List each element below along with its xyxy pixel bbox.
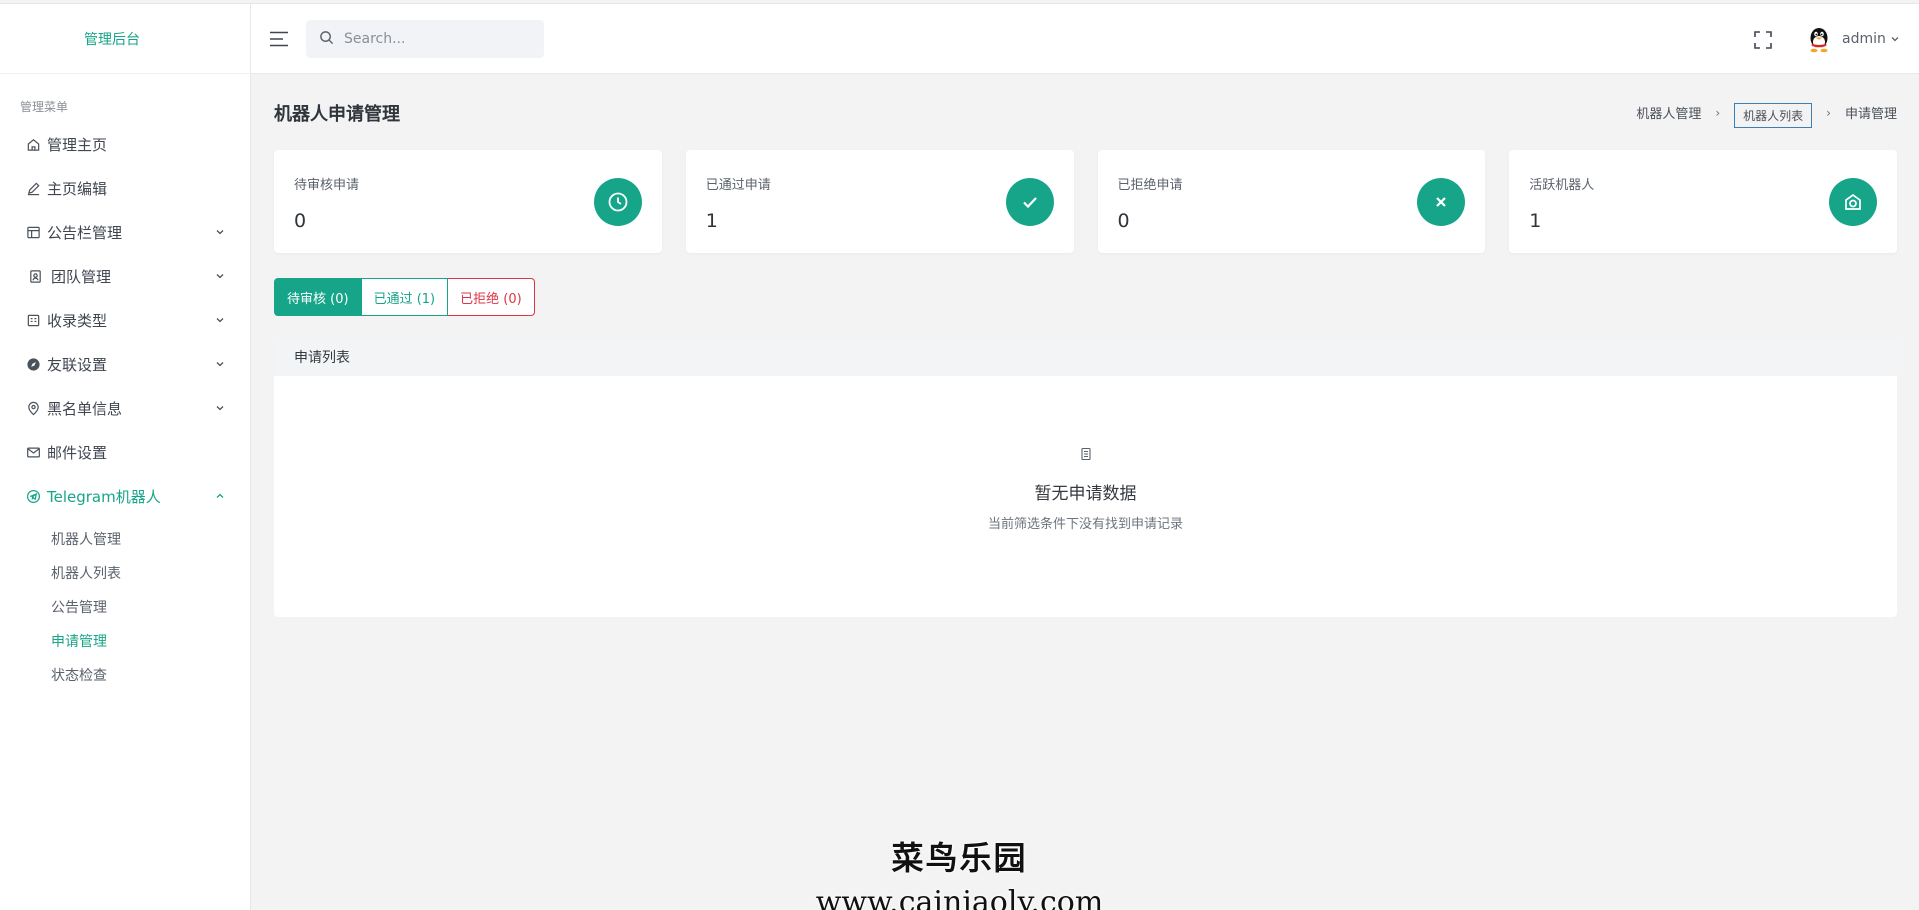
sidebar-item-label: 团队管理: [51, 267, 112, 286]
watermark-line2: www.cainiaoly.com: [815, 885, 1104, 910]
sidebar-item-category[interactable]: 收录类型: [0, 298, 250, 342]
empty-title: 暂无申请数据: [1034, 484, 1137, 504]
application-list-panel: 申请列表 暂无申请数据 当前筛选条件下没有找到申请记录: [274, 338, 1897, 617]
category-icon: [25, 312, 41, 328]
tab-pending[interactable]: 待审核 (0): [274, 278, 362, 316]
chevron-down-icon: [1890, 34, 1900, 44]
chevron-down-icon: [214, 402, 226, 414]
stat-value: 0: [1117, 210, 1130, 232]
close-icon: [1417, 178, 1466, 226]
breadcrumb: 机器人管理 › 机器人列表 › 申请管理: [1636, 100, 1897, 128]
sidebar-item-team[interactable]: 团队管理: [0, 254, 250, 298]
panel-title: 申请列表: [274, 338, 1897, 376]
stat-value: 1: [1529, 210, 1542, 232]
submenu-item-bot-list[interactable]: 机器人列表: [0, 556, 250, 590]
stat-label: 待审核申请: [294, 178, 360, 193]
telegram-submenu: 机器人管理 机器人列表 公告管理 申请管理 状态检查: [0, 518, 250, 692]
stat-value: 1: [705, 210, 718, 232]
sidebar-item-friend-links[interactable]: 友联设置: [0, 342, 250, 386]
tab-rejected[interactable]: 已拒绝 (0): [448, 278, 535, 316]
sidebar-item-label: 公告栏管理: [47, 223, 123, 242]
stat-label: 已通过申请: [705, 178, 771, 193]
stats-row: 待审核申请 0 已通过申请 1 已拒绝申请 0 活跃机器人 1: [274, 150, 1897, 253]
compass-icon: [25, 356, 41, 372]
user-menu[interactable]: admin: [1804, 23, 1900, 55]
sidebar-item-mail[interactable]: 邮件设置: [0, 430, 250, 474]
chevron-down-icon: [214, 226, 226, 238]
sidebar-item-label: 友联设置: [47, 355, 108, 374]
sidebar-item-label: 收录类型: [47, 311, 108, 330]
telegram-icon: [25, 488, 41, 504]
avatar: [1804, 24, 1834, 54]
stat-card-rejected: 已拒绝申请 0: [1097, 150, 1486, 253]
search-input[interactable]: [344, 31, 534, 47]
breadcrumb-item-current: 申请管理: [1844, 107, 1897, 122]
camera-icon: [1829, 178, 1877, 226]
stat-label: 活跃机器人: [1529, 178, 1595, 193]
submenu-item-status-check[interactable]: 状态检查: [0, 658, 250, 692]
status-tabs: 待审核 (0) 已通过 (1) 已拒绝 (0): [274, 278, 535, 316]
page-title: 机器人申请管理: [274, 104, 400, 125]
sidebar-item-label: 主页编辑: [47, 179, 108, 198]
board-icon: [25, 224, 41, 240]
chevron-right-icon: ›: [1715, 105, 1721, 120]
breadcrumb-item-bot-list[interactable]: 机器人列表: [1734, 103, 1813, 128]
sidebar-item-telegram[interactable]: Telegram机器人: [0, 474, 250, 518]
sidebar-item-label: 黑名单信息: [47, 399, 123, 418]
watermark-line1: 菜鸟乐园: [891, 839, 1028, 877]
sidebar-item-label: 邮件设置: [47, 443, 108, 462]
search-icon: [319, 30, 334, 49]
stat-card-active-bots: 活跃机器人 1: [1509, 150, 1897, 253]
sidebar-item-dashboard[interactable]: 管理主页: [0, 122, 250, 166]
submenu-item-applications[interactable]: 申请管理: [0, 624, 250, 658]
submenu-item-announcements[interactable]: 公告管理: [0, 590, 250, 624]
stat-value: 0: [294, 210, 307, 232]
sidebar-item-blacklist[interactable]: 黑名单信息: [0, 386, 250, 430]
mail-icon: [25, 444, 41, 460]
location-icon: [25, 400, 41, 416]
stat-card-pending: 待审核申请 0: [274, 150, 662, 253]
search-box[interactable]: [306, 20, 544, 58]
chevron-down-icon: [214, 358, 226, 370]
sidebar-item-home-edit[interactable]: 主页编辑: [0, 166, 250, 210]
chevron-right-icon: ›: [1826, 105, 1831, 120]
fullscreen-icon[interactable]: [1753, 30, 1773, 50]
sidebar: 管理后台 管理菜单 管理主页 主页编辑 公告栏管理 团队管理 收录类型 友联设置…: [0, 4, 251, 910]
check-icon: [1005, 178, 1054, 226]
clock-icon: [593, 178, 642, 226]
user-name: admin: [1842, 31, 1886, 47]
brand-logo[interactable]: 管理后台: [0, 4, 250, 74]
submenu-item-bot-management[interactable]: 机器人管理: [0, 522, 250, 556]
sidebar-item-label: 管理主页: [47, 135, 108, 154]
empty-state: 暂无申请数据 当前筛选条件下没有找到申请记录: [274, 446, 1897, 532]
chevron-down-icon: [214, 314, 226, 326]
team-icon: [27, 268, 43, 284]
stat-card-approved: 已通过申请 1: [685, 150, 1074, 253]
tab-approved[interactable]: 已通过 (1): [361, 278, 449, 316]
sidebar-item-label: Telegram机器人: [47, 487, 161, 506]
top-header: admin: [251, 4, 1919, 74]
empty-subtitle: 当前筛选条件下没有找到申请记录: [987, 517, 1183, 532]
chevron-down-icon: [214, 270, 226, 282]
breadcrumb-item-bot-management[interactable]: 机器人管理: [1636, 103, 1701, 122]
watermark: 菜鸟乐园 www.cainiaoly.com: [0, 833, 1919, 910]
pencil-icon: [25, 180, 41, 196]
menu-toggle-icon[interactable]: [268, 28, 290, 50]
document-icon: [1079, 446, 1093, 461]
menu-title: 管理菜单: [20, 100, 69, 114]
chevron-up-icon: [214, 490, 226, 502]
sidebar-item-notice-board[interactable]: 公告栏管理: [0, 210, 250, 254]
stat-label: 已拒绝申请: [1117, 178, 1183, 193]
home-icon: [25, 136, 41, 152]
